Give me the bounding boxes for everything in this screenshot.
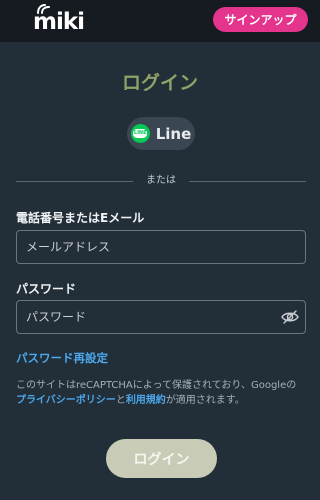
top-bar: miki サインアップ — [0, 0, 320, 42]
line-logo-icon: LINE — [130, 124, 150, 143]
terms-link[interactable]: 利用規約 — [126, 395, 166, 406]
recaptcha-prefix: このサイトはreCAPTCHAによって保護されており、Googleの — [16, 380, 297, 391]
identifier-label: 電話番号またはEメール — [16, 211, 145, 225]
password-reset-link[interactable]: パスワード再設定 — [16, 350, 108, 366]
privacy-policy-link[interactable]: プライバシーポリシー — [16, 395, 116, 406]
password-field[interactable] — [16, 300, 306, 334]
recaptcha-suffix: が適用されます。 — [165, 395, 245, 406]
logo-sprout-icon — [37, 4, 50, 14]
signup-button[interactable]: サインアップ — [213, 7, 308, 32]
recaptcha-notice: このサイトはreCAPTCHAによって保護されており、Googleのプライバシー… — [16, 378, 306, 408]
page-title: ログイン — [121, 72, 198, 94]
eye-slash-icon[interactable] — [281, 310, 299, 324]
divider-line-right — [189, 181, 306, 182]
line-logo-icon-text: LINE — [133, 129, 148, 138]
line-login-button[interactable]: LINE Line — [127, 117, 195, 150]
login-submit-button[interactable]: ログイン — [106, 439, 217, 478]
line-login-label: Line — [155, 124, 192, 143]
miki-logo[interactable]: miki — [33, 4, 85, 36]
password-label: パスワード — [16, 282, 77, 296]
or-divider: または — [16, 174, 306, 188]
email-field[interactable] — [16, 230, 306, 264]
recaptcha-and: と — [115, 395, 126, 406]
